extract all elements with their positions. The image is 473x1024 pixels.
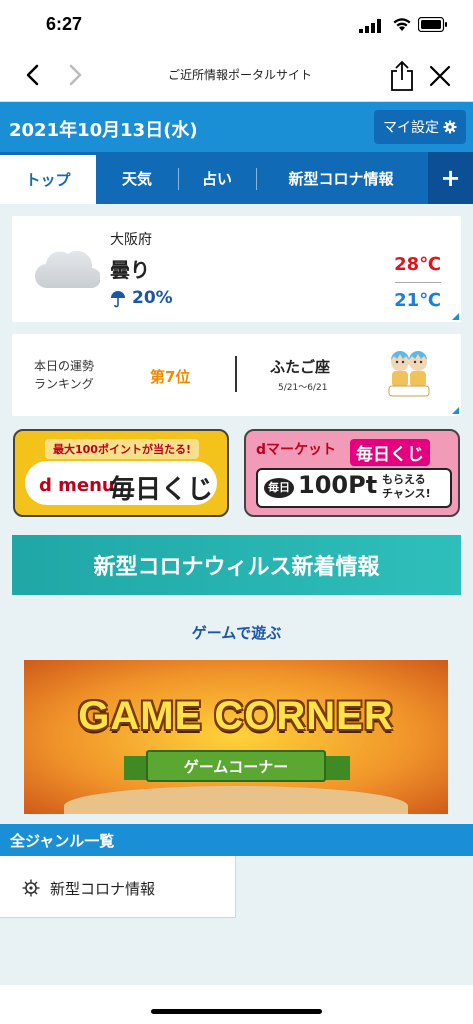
dmarket-badge: 毎日 — [264, 478, 294, 498]
fortune-divider — [235, 356, 237, 392]
dmarket-chance-line2: チャンス! — [382, 487, 431, 500]
games-section-label: ゲームで遊ぶ — [191, 624, 282, 642]
tab-weather[interactable]: 天気 — [96, 152, 178, 204]
status-bar: 6:27 — [0, 0, 473, 50]
temp-high: 28℃ — [394, 254, 441, 275]
home-indicator[interactable] — [151, 1009, 322, 1014]
forward-icon[interactable] — [62, 62, 88, 88]
game-corner-banner[interactable]: GAME CORNER ゲームコーナー — [24, 660, 448, 814]
tab-top[interactable]: トップ — [0, 152, 96, 204]
browser-nav-bar: ご近所情報ポータルサイト — [0, 50, 473, 102]
dmarket-lottery-banner[interactable]: dマーケット 毎日くじ 毎日 100Pt もらえる チャンス! — [244, 429, 460, 517]
close-icon[interactable] — [428, 64, 452, 88]
back-icon[interactable] — [20, 62, 46, 88]
add-tab-button[interactable]: + — [428, 152, 473, 204]
weather-card[interactable]: 大阪府 曇り 20% 28℃ 21℃ — [12, 216, 461, 322]
fortune-label: 本日の運勢 ランキング — [34, 357, 94, 393]
signal-icon — [359, 19, 381, 33]
game-corner-title: GAME CORNER — [78, 694, 394, 738]
genre-item-corona[interactable]: 新型コロナ情報 — [0, 856, 236, 918]
umbrella-icon — [111, 291, 125, 308]
bottom-bar — [0, 985, 473, 1024]
battery-icon — [418, 17, 447, 32]
tab-fortune[interactable]: 占い — [178, 152, 256, 204]
wifi-icon — [393, 18, 411, 31]
share-icon[interactable] — [389, 60, 415, 92]
tab-corona-info[interactable]: 新型コロナ情報 — [256, 152, 426, 204]
gear-icon — [443, 120, 457, 134]
dmenu-tagline: 最大100ポイントが当たる! — [45, 439, 199, 459]
my-settings-button[interactable]: マイ設定 — [374, 110, 466, 144]
weather-prefecture: 大阪府 — [110, 232, 152, 248]
all-genres-header: 全ジャンル一覧 — [0, 824, 473, 856]
dmarket-points: 100Pt — [298, 471, 378, 499]
page-title: ご近所情報ポータルサイト — [167, 68, 312, 82]
dmarket-daily-label: 毎日くじ — [350, 439, 430, 466]
fortune-rank: 第7位 — [150, 368, 191, 386]
status-time: 6:27 — [46, 14, 83, 34]
more-indicator-icon — [452, 313, 459, 320]
dmenu-title: 毎日くじ — [109, 475, 214, 505]
dmarket-chance-line1: もらえる — [382, 473, 426, 486]
date-bar: 2021年10月13日(水) マイ設定 — [0, 102, 473, 152]
dmenu-logo: d menu — [39, 475, 115, 496]
fortune-card[interactable]: 本日の運勢 ランキング 第7位 ふたご座 5/21〜6/21 — [12, 334, 461, 416]
zodiac-sign: ふたご座 — [270, 358, 331, 376]
main-content: 大阪府 曇り 20% 28℃ 21℃ 本日の運勢 ランキング 第7位 ふたご座 … — [0, 204, 473, 985]
virus-icon — [22, 879, 40, 897]
category-tabs: トップ 天気 占い 新型コロナ情報 + — [0, 152, 473, 204]
temp-divider — [395, 282, 441, 283]
fortune-label-line2: ランキング — [34, 377, 94, 391]
game-corner-subtitle: ゲームコーナー — [146, 750, 326, 782]
covid-news-banner[interactable]: 新型コロナウィルス新着情報 — [12, 535, 461, 595]
genre-item-label: 新型コロナ情報 — [50, 880, 156, 898]
more-indicator-icon — [452, 407, 459, 414]
my-settings-label: マイ設定 — [383, 120, 439, 136]
dmenu-lottery-banner[interactable]: 最大100ポイントが当たる! d menu 毎日くじ — [13, 429, 229, 517]
fortune-label-line1: 本日の運勢 — [34, 359, 95, 373]
temp-low: 21℃ — [394, 290, 441, 311]
cloud-icon — [35, 250, 100, 289]
game-board-decoration — [64, 786, 408, 814]
current-date: 2021年10月13日(水) — [9, 120, 198, 141]
gemini-icon — [388, 351, 430, 397]
rain-chance: 20% — [132, 288, 173, 308]
dmarket-logo: dマーケット — [256, 442, 337, 458]
weather-condition: 曇り — [110, 258, 150, 282]
dmarket-chance: もらえる チャンス! — [382, 473, 431, 501]
zodiac-dates: 5/21〜6/21 — [278, 383, 328, 393]
ribbon-tail — [324, 756, 350, 780]
